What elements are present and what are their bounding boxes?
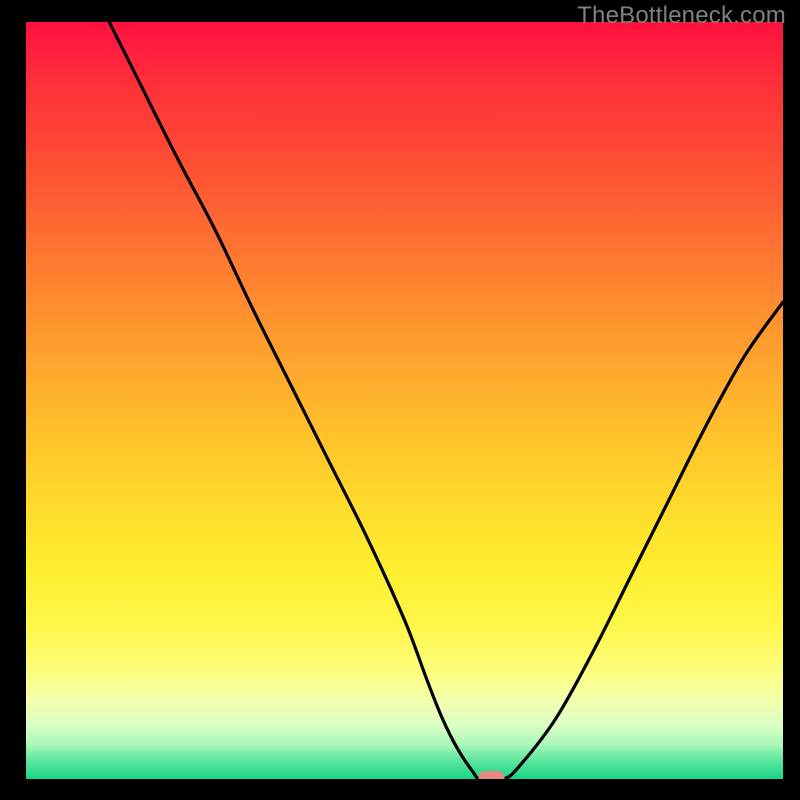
chart-container: TheBottleneck.com [0, 0, 800, 800]
curve-layer [26, 22, 783, 779]
min-marker [479, 771, 505, 779]
plot-area [26, 22, 783, 779]
bottleneck-curve [109, 22, 783, 779]
watermark-text: TheBottleneck.com [577, 2, 786, 30]
